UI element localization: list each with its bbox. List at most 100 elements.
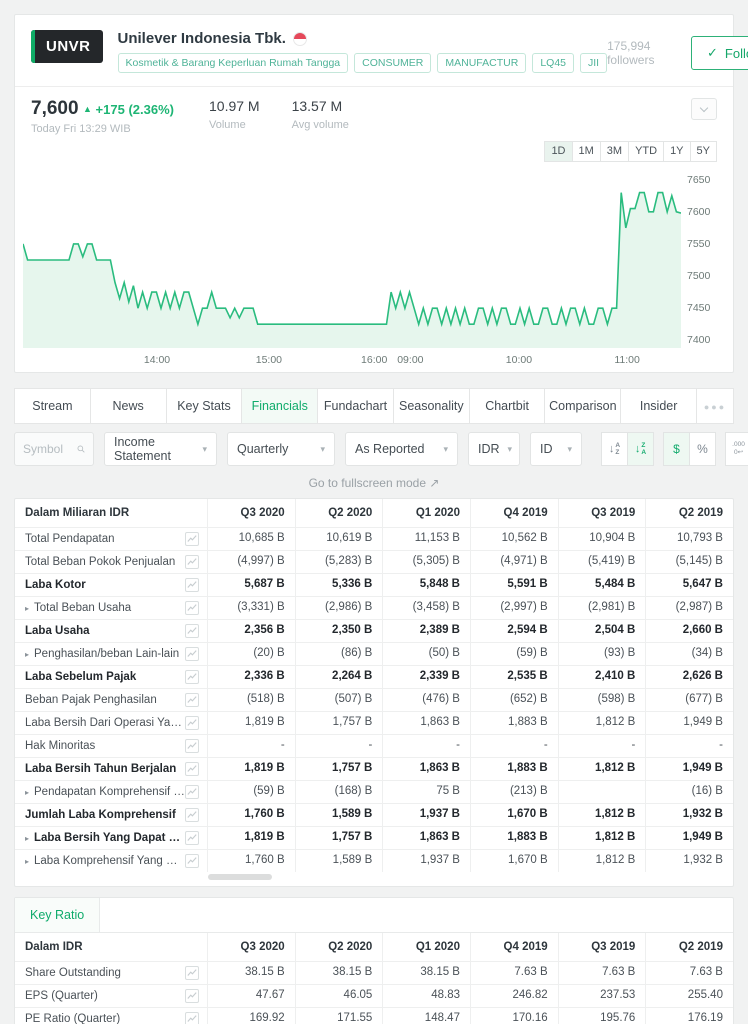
table-row: Total Beban Pokok Penjualan (4,997) B (5,2…	[15, 550, 733, 573]
chart-toggle-icon[interactable]	[185, 693, 199, 707]
table-row: Jumlah Laba Komprehensif 1,760 B 1,589 B 1,…	[15, 803, 733, 826]
column-header: Q2 2020	[294, 499, 383, 527]
row-label[interactable]: ▸Laba Bersih Yang Dapat Diatribu...	[15, 827, 207, 849]
chart-toggle-icon[interactable]	[185, 1012, 199, 1024]
range-button-ytd[interactable]: YTD	[628, 141, 665, 162]
range-button-5y[interactable]: 5Y	[689, 141, 717, 162]
chart-toggle-icon[interactable]	[185, 624, 199, 638]
sector-tag[interactable]: Kosmetik & Barang Keperluan Rumah Tangga	[117, 53, 349, 73]
sort-ascending-button[interactable]: ↓ AZ	[601, 432, 628, 466]
symbol-search-box[interactable]	[14, 432, 94, 466]
tab-key-stats[interactable]: Key Stats	[165, 388, 243, 424]
table-row: Beban Pajak Penghasilan (518) B (507) B (47…	[15, 688, 733, 711]
table-cell: 7.63 B	[557, 962, 646, 984]
table-cell: (4,971) B	[469, 551, 558, 573]
sector-tag[interactable]: LQ45	[532, 53, 574, 73]
row-label: Laba Bersih Dari Operasi Yang D...	[15, 712, 207, 734]
range-button-3m[interactable]: 3M	[599, 141, 630, 162]
tab-financials[interactable]: Financials	[241, 388, 319, 424]
chart-toggle-icon[interactable]	[185, 854, 199, 868]
table-cell: 5,647 B	[645, 574, 733, 596]
tab-seasonality[interactable]: Seasonality	[392, 388, 470, 424]
column-header: Q4 2019	[469, 499, 558, 527]
table-row: Hak Minoritas - - - - - -	[15, 734, 733, 757]
report-type-select[interactable]: As Reported ▾	[345, 432, 458, 466]
table-cell: 2,339 B	[382, 666, 470, 688]
period-select[interactable]: Quarterly ▾	[227, 432, 335, 466]
chart-toggle-icon[interactable]	[185, 966, 199, 980]
table-cell: 47.67	[207, 985, 295, 1007]
statement-select[interactable]: Income Statement ▾	[104, 432, 217, 466]
table-cell: 1,757 B	[294, 758, 383, 780]
sector-tag[interactable]: MANUFACTUR	[437, 53, 527, 73]
table-cell: 10,562 B	[469, 528, 558, 550]
tab-chartbit[interactable]: Chartbit	[468, 388, 546, 424]
range-button-1d[interactable]: 1D	[544, 141, 573, 162]
table-row: Laba Kotor 5,687 B 5,336 B 5,848 B 5,591 B 5,…	[15, 573, 733, 596]
following-button[interactable]: ✓ Following	[691, 36, 748, 70]
chart-toggle-icon[interactable]	[185, 578, 199, 592]
decrease-decimal-button[interactable]: .000 0↩	[725, 432, 748, 466]
table-cell: 176.19	[645, 1008, 733, 1024]
scrollbar-thumb[interactable]	[208, 874, 272, 880]
chart-toggle-icon[interactable]	[185, 762, 199, 776]
price-chart[interactable]: 7650 7600 7550 7500 7450 7400 14:00 15:00 16:00 0…	[23, 172, 727, 372]
table-cell: 1,812 B	[557, 804, 646, 826]
chart-toggle-icon[interactable]	[185, 670, 199, 684]
row-label: Laba Bersih Tahun Berjalan	[15, 758, 207, 780]
row-label[interactable]: ▸Laba Komprehensif Yang Dapat Di...	[15, 850, 207, 872]
tab-fundachart[interactable]: Fundachart	[317, 388, 394, 424]
sector-tag[interactable]: CONSUMER	[354, 53, 432, 73]
external-link-icon: ↗	[429, 476, 440, 490]
row-label[interactable]: ▸ Penghasilan/beban Lain-lain	[15, 643, 207, 665]
tab-news[interactable]: News	[89, 388, 167, 424]
price-area-chart[interactable]	[23, 172, 681, 348]
table-cell: 1,670 B	[469, 850, 558, 872]
table-cell: -	[382, 735, 470, 757]
company-header: UNVR Unilever Indonesia Tbk. Kosmetik & …	[15, 28, 748, 73]
more-tabs-icon[interactable]: ●●●	[696, 388, 735, 424]
table-cell: 10,904 B	[557, 528, 646, 550]
chart-toggle-icon[interactable]	[185, 532, 199, 546]
tab-comparison[interactable]: Comparison	[544, 388, 622, 424]
chart-toggle-icon[interactable]	[185, 808, 199, 822]
tab-key-ratio[interactable]: Key Ratio	[15, 898, 101, 932]
currency-value-toggle[interactable]: $	[663, 432, 690, 466]
table-cell: (598) B	[557, 689, 646, 711]
row-label: Total Pendapatan	[15, 528, 207, 550]
symbol-search-input[interactable]	[23, 442, 77, 456]
row-label[interactable]: ▸ Total Beban Usaha	[15, 597, 207, 619]
row-label: PE Ratio (Quarter)	[15, 1008, 207, 1024]
currency-select[interactable]: IDR ▾	[468, 432, 520, 466]
chart-toggle-icon[interactable]	[185, 831, 199, 845]
sort-descending-button[interactable]: ↓ ZA	[627, 432, 654, 466]
table-cell: -	[207, 735, 295, 757]
table-cell: (677) B	[645, 689, 733, 711]
fullscreen-link[interactable]: Go to fullscreen mode ↗	[14, 476, 734, 490]
chart-toggle-icon[interactable]	[185, 716, 199, 730]
table-cell: (2,986) B	[294, 597, 383, 619]
tab-stream[interactable]: Stream	[14, 388, 91, 424]
quote-timestamp: Today Fri 13:29 WIB	[31, 123, 131, 135]
chart-toggle-icon[interactable]	[185, 739, 199, 753]
table-cell: 10,685 B	[207, 528, 295, 550]
row-label[interactable]: ▸ Pendapatan Komprehensif Lain	[15, 781, 207, 803]
y-axis-tick: 7450	[687, 302, 711, 315]
tab-insider[interactable]: Insider	[620, 388, 698, 424]
chart-toggle-icon[interactable]	[185, 555, 199, 569]
row-label: Laba Kotor	[15, 574, 207, 596]
range-button-1y[interactable]: 1Y	[663, 141, 691, 162]
sector-tag[interactable]: JII	[580, 53, 608, 73]
percent-value-toggle[interactable]: %	[689, 432, 716, 466]
ticker-badge: UNVR	[31, 30, 103, 63]
chart-toggle-icon[interactable]	[185, 647, 199, 661]
chart-toggle-icon[interactable]	[185, 785, 199, 799]
language-select[interactable]: ID ▾	[530, 432, 582, 466]
range-button-1m[interactable]: 1M	[571, 141, 601, 162]
chart-toggle-icon[interactable]	[185, 989, 199, 1003]
table-cell: (5,145) B	[645, 551, 733, 573]
language-select-value: ID	[540, 442, 553, 456]
quote-expand-button[interactable]	[691, 98, 717, 120]
company-block: Unilever Indonesia Tbk. Kosmetik & Baran…	[117, 30, 608, 73]
chart-toggle-icon[interactable]	[185, 601, 199, 615]
